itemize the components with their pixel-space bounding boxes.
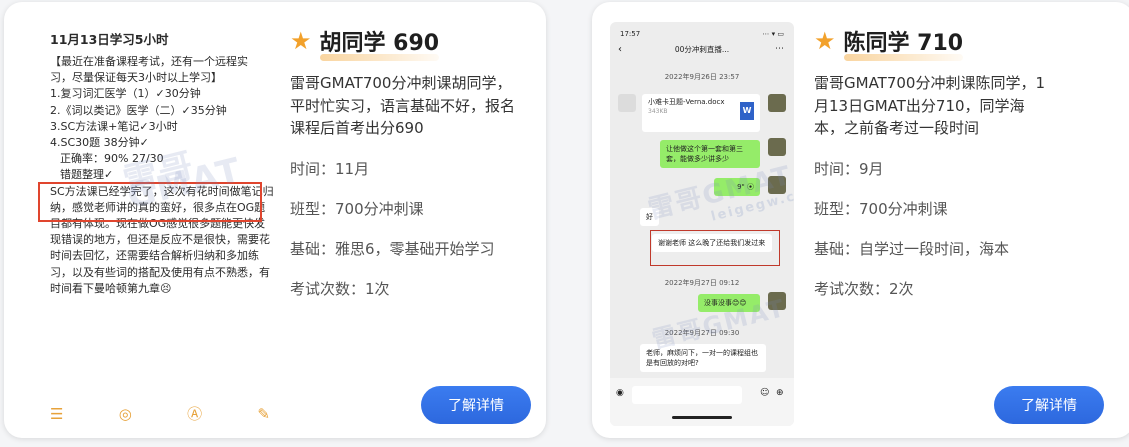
chat-bubble: 没事没事😊😊 bbox=[698, 294, 760, 312]
exam-time: 时间：11月 bbox=[290, 160, 370, 178]
student-header: ★ 胡同学 690 bbox=[290, 24, 440, 61]
class-type: 班型：700分冲刺课 bbox=[814, 200, 948, 218]
status-time: 17:57 bbox=[620, 30, 641, 38]
student-description: 雷哥GMAT700分冲刺课胡同学，平时忙实习，语言基础不好，报名课程后首考出分6… bbox=[290, 74, 516, 137]
note-line: 【最近在准备课程考试，还有一个远程实 bbox=[50, 55, 248, 68]
highlight-box bbox=[650, 230, 780, 266]
success-story-card: 17:57 ⋯ ▾ ▭ ‹ 00分冲刺直播... ⋯ 2022年9月26日 23… bbox=[592, 2, 1129, 438]
emoji-icon[interactable]: ☺ bbox=[760, 388, 769, 398]
word-file-icon: W bbox=[740, 102, 754, 120]
chat-timestamp: 2022年9月27日 09:12 bbox=[664, 279, 740, 287]
status-icons: ⋯ ▾ ▭ bbox=[762, 30, 784, 38]
more-icon[interactable]: ⋯ bbox=[775, 44, 784, 54]
pen-icon[interactable]: Ⓐ bbox=[187, 406, 202, 422]
camera-icon[interactable]: ◎ bbox=[119, 406, 132, 422]
student-name: 胡同学 690 bbox=[319, 25, 440, 61]
chat-title: 00分冲刺直播... bbox=[674, 45, 730, 54]
avatar bbox=[768, 176, 786, 194]
note-line: 正确率：90% 27/30 bbox=[60, 152, 164, 166]
exam-attempts: 考试次数：1次 bbox=[290, 280, 390, 298]
chat-bubble: 让他做这个第一套和第三套，能做多少讲多少 bbox=[660, 140, 760, 168]
avatar bbox=[768, 292, 786, 310]
chat-screenshot: 17:57 ⋯ ▾ ▭ ‹ 00分冲刺直播... ⋯ 2022年9月26日 23… bbox=[610, 22, 794, 426]
note-title: 11月13日学习5小时 bbox=[50, 32, 169, 47]
student-name: 陈同学 710 bbox=[843, 25, 964, 61]
edit-icon[interactable]: ✎ bbox=[257, 406, 270, 422]
message-input[interactable] bbox=[632, 386, 742, 404]
foundation: 基础：自学过一段时间，海本 bbox=[814, 240, 1010, 258]
home-indicator bbox=[672, 416, 732, 419]
note-line: 习，尽量保证每天3小时以上学习】 bbox=[50, 71, 222, 85]
student-description: 雷哥GMAT700分冲刺课陈同学，1月13日GMAT出分710，同学海本，之前备… bbox=[814, 74, 1045, 137]
highlight-box bbox=[38, 182, 262, 222]
star-icon: ★ bbox=[814, 27, 836, 55]
study-note-screenshot: 11月13日学习5小时 【最近在准备课程考试，还有一个远程实 习，尽量保证每天3… bbox=[24, 16, 274, 430]
note-body: 【最近在准备课程考试，还有一个远程实 习，尽量保证每天3小时以上学习】 1.复习… bbox=[50, 54, 274, 297]
chat-timestamp: 2022年9月27日 09:30 bbox=[664, 329, 740, 337]
student-info: ★ 胡同学 690 雷哥GMAT700分冲刺课胡同学，平时忙实习，语言基础不好，… bbox=[290, 2, 534, 438]
exam-time: 时间：9月 bbox=[814, 160, 884, 178]
foundation: 基础：雅思6，零基础开始学习 bbox=[290, 240, 495, 258]
page: 11月13日学习5小时 【最近在准备课程考试，还有一个远程实 习，尽量保证每天3… bbox=[0, 0, 1129, 447]
class-type: 班型：700分冲刺课 bbox=[290, 200, 424, 218]
avatar bbox=[618, 94, 636, 112]
learn-more-button[interactable]: 了解详情 bbox=[421, 386, 531, 424]
checklist-icon[interactable]: ☰ bbox=[50, 406, 63, 422]
success-story-card: 11月13日学习5小时 【最近在准备课程考试，还有一个远程实 习，尽量保证每天3… bbox=[4, 2, 546, 438]
exam-attempts: 考试次数：2次 bbox=[814, 280, 914, 298]
student-name-text: 陈同学 710 bbox=[843, 31, 964, 56]
file-name: 小难卡丑题-Verna.docx bbox=[648, 98, 725, 106]
student-name-text: 胡同学 690 bbox=[319, 31, 440, 56]
note-line: 4.SC30题 38分钟✓ bbox=[50, 136, 149, 150]
voice-message[interactable]: 9" ⦿ bbox=[714, 178, 760, 196]
note-line: 3.SC方法课+笔记✓3小时 bbox=[50, 119, 178, 133]
voice-icon[interactable]: ◉ bbox=[616, 388, 624, 398]
learn-more-button[interactable]: 了解详情 bbox=[994, 386, 1104, 424]
plus-icon[interactable]: ⊕ bbox=[776, 388, 784, 398]
note-line: 1.复习词汇医学（1）✓30分钟 bbox=[50, 87, 201, 101]
file-message[interactable]: 小难卡丑题-Verna.docx 343KB W bbox=[642, 94, 760, 132]
note-line: 2.《词以类记》医学（二）✓35分钟 bbox=[50, 103, 227, 117]
star-icon: ★ bbox=[290, 27, 312, 55]
chat-bubble: 老师，麻烦问下，一对一的课程组也是有回放的对吧? bbox=[640, 344, 766, 372]
note-toolbar: ☰ ◎ Ⓐ ✎ bbox=[50, 406, 270, 422]
avatar bbox=[768, 138, 786, 156]
student-header: ★ 陈同学 710 bbox=[814, 24, 964, 61]
avatar bbox=[768, 94, 786, 112]
chat-timestamp: 2022年9月26日 23:57 bbox=[664, 73, 740, 81]
chat-bubble: 好 bbox=[640, 208, 659, 226]
student-info: ★ 陈同学 710 雷哥GMAT700分冲刺课陈同学，1月13日GMAT出分71… bbox=[814, 2, 1114, 438]
file-size: 343KB bbox=[648, 108, 668, 115]
